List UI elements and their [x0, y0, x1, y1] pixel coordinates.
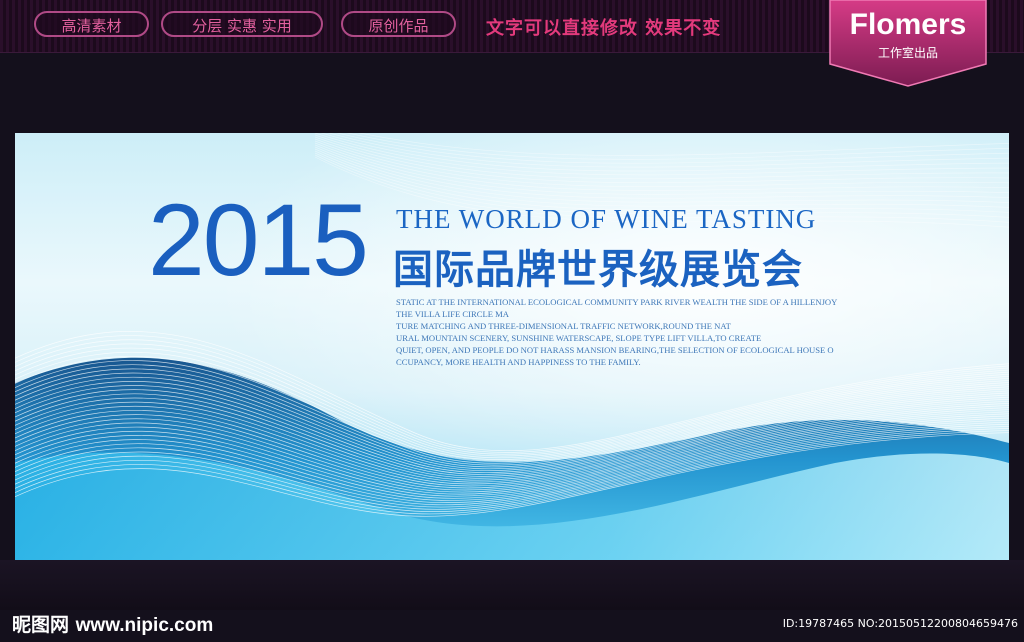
stage-floor	[0, 560, 1024, 610]
paragraph-line: TURE MATCHING AND THREE-DIMENSIONAL TRAF…	[396, 321, 731, 332]
nipic-url[interactable]: www.nipic.com	[76, 615, 214, 636]
tag-layered-practical[interactable]: 分层 实惠 实用	[161, 11, 323, 37]
tag-original-work[interactable]: 原创作品	[341, 11, 456, 37]
brand-subtitle: 工作室出品	[877, 46, 938, 60]
headline-chinese: 国际品牌世界级展览会	[393, 247, 803, 293]
tag-hd-material[interactable]: 高清素材	[34, 11, 149, 37]
nipic-watermark: 昵图网 www.nipic.com	[12, 610, 213, 637]
paragraph-line: THE VILLA LIFE CIRCLE MA	[396, 309, 509, 320]
headline-english: THE WORLD OF WINE TASTING	[396, 204, 817, 234]
promo-text: 文字可以直接修改 效果不变	[486, 18, 722, 39]
paragraph-line: QUIET, OPEN, AND PEOPLE DO NOT HARASS MA…	[396, 345, 834, 356]
nipic-logo: 昵图网	[12, 614, 70, 636]
image-id: ID:19787465 NO:20150512200804659476	[782, 617, 1018, 630]
paragraph-line: CCUPANCY, MORE HEALTH AND HAPPINESS TO T…	[396, 357, 641, 368]
event-year: 2015	[148, 183, 369, 297]
exhibition-banner: 2015 THE WORLD OF WINE TASTING 国际品牌世界级展览…	[15, 133, 1009, 560]
brand-name: Flomers	[849, 8, 967, 41]
brand-badge: Flomers 工作室出品	[828, 0, 988, 88]
paragraph-line: URAL MOUNTAIN SCENERY, SUNSHINE WATERSCA…	[396, 333, 762, 344]
body-paragraph: STATIC AT THE INTERNATIONAL ECOLOGICAL C…	[396, 296, 956, 369]
paragraph-line: STATIC AT THE INTERNATIONAL ECOLOGICAL C…	[396, 297, 838, 307]
